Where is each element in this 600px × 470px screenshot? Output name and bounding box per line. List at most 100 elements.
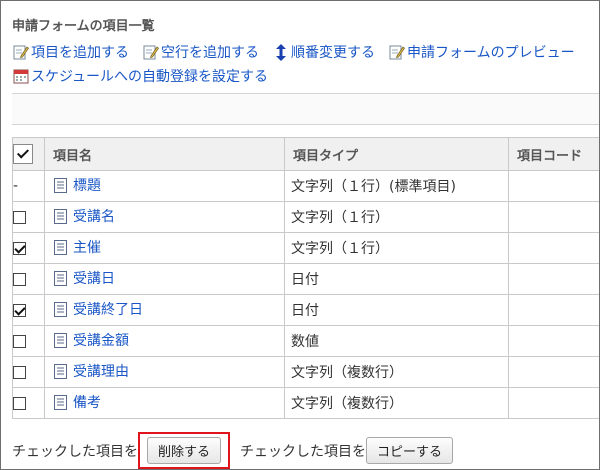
column-header-code: 項目コード <box>508 137 599 171</box>
reorder-link[interactable]: 順番変更する <box>272 42 375 62</box>
preview-link[interactable]: 申請フォームのプレビュー <box>388 42 575 62</box>
item-name-link[interactable]: 受講名 <box>54 206 115 226</box>
row-checkbox[interactable] <box>13 365 26 379</box>
row-checkbox[interactable] <box>13 241 26 255</box>
document-icon <box>54 177 67 193</box>
bulk-action-bar: チェックした項目を 削除する チェックした項目を コピーする <box>12 432 454 469</box>
reorder-label: 順番変更する <box>291 45 375 61</box>
column-header-type: 項目タイプ <box>284 137 509 171</box>
table-row: 受講理由 文字列（複数行） <box>12 356 599 388</box>
action-row-2: スケジュールへの自動登録を設定する <box>12 65 599 87</box>
item-name-text: 受講日 <box>73 271 115 288</box>
select-all-checkbox[interactable] <box>13 144 33 164</box>
add-blank-row-link[interactable]: 空行を追加する <box>142 42 259 62</box>
schedule-setting-label: スケジュールへの自動登録を設定する <box>31 69 269 85</box>
delete-highlight: 削除する <box>138 432 231 469</box>
item-code-cell <box>508 201 599 233</box>
item-type-cell: 数値 <box>284 325 509 357</box>
item-code-cell <box>508 356 599 388</box>
item-name-text: 受講終了日 <box>73 302 143 319</box>
table-header-row: 項目名 項目タイプ 項目コード <box>12 137 599 171</box>
row-check-cell <box>12 263 45 295</box>
add-item-label: 項目を追加する <box>31 45 129 61</box>
calendar-icon <box>12 68 29 85</box>
item-type-cell: 文字列（複数行） <box>284 356 509 388</box>
item-type-cell: 日付 <box>284 263 509 295</box>
table-row: 受講金額 数値 <box>12 325 599 357</box>
item-type-cell: 文字列（１行）(標準項目) <box>284 170 509 202</box>
action-bar: 項目を追加する 空行を追加する 順番変更する 申請フォームのプレビュー スケジュ… <box>12 41 599 89</box>
item-name-cell: 備考 <box>44 387 285 419</box>
document-icon <box>54 332 67 348</box>
item-name-cell: 受講理由 <box>44 356 285 388</box>
document-icon <box>54 301 67 317</box>
row-check-cell <box>12 232 45 264</box>
item-name-cell: 主催 <box>44 232 285 264</box>
form-items-table: 項目名 項目タイプ 項目コード - 標題 文字列（１行）(標準項目) 受講名 文字列（１… <box>12 137 599 419</box>
table-row: - 標題 文字列（１行）(標準項目) <box>12 170 599 202</box>
row-check-cell <box>12 387 45 419</box>
row-checkbox[interactable] <box>13 396 26 410</box>
item-code-cell <box>508 232 599 264</box>
row-checkbox[interactable] <box>13 272 26 286</box>
item-name-link[interactable]: 受講理由 <box>54 361 129 381</box>
table-row: 主催 文字列（１行） <box>12 232 599 264</box>
item-name-cell: 受講終了日 <box>44 294 285 326</box>
row-check-cell: - <box>12 170 45 202</box>
item-type-cell: 文字列（複数行） <box>284 387 509 419</box>
table-row: 備考 文字列（複数行） <box>12 387 599 419</box>
item-code-cell <box>508 325 599 357</box>
item-code-cell <box>508 387 599 419</box>
item-name-cell: 受講金額 <box>44 325 285 357</box>
delete-button[interactable]: 削除する <box>147 437 222 464</box>
item-type-cell: 日付 <box>284 294 509 326</box>
add-blank-row-label: 空行を追加する <box>161 45 259 61</box>
document-icon <box>54 239 67 255</box>
bulk-copy-prefix: チェックした項目を <box>240 443 367 460</box>
item-name-text: 備考 <box>73 395 101 412</box>
edit-pencil-icon <box>388 44 405 61</box>
page-title: 申請フォームの項目一覧 <box>12 19 155 34</box>
item-name-text: 主催 <box>73 240 101 257</box>
item-name-link[interactable]: 受講終了日 <box>54 299 143 319</box>
item-name-link[interactable]: 受講金額 <box>54 330 129 350</box>
action-row-1: 項目を追加する 空行を追加する 順番変更する 申請フォームのプレビュー <box>12 41 599 63</box>
item-name-cell: 受講日 <box>44 263 285 295</box>
row-check-cell <box>12 201 45 233</box>
copy-button[interactable]: コピーする <box>366 437 454 464</box>
row-checkbox[interactable] <box>13 303 26 317</box>
add-item-link[interactable]: 項目を追加する <box>12 42 129 62</box>
edit-pencil-icon <box>142 44 159 61</box>
table-row: 受講名 文字列（１行） <box>12 201 599 233</box>
item-name-link[interactable]: 標題 <box>54 175 101 195</box>
bulk-delete-prefix: チェックした項目を <box>12 443 138 460</box>
item-code-cell <box>508 170 599 202</box>
item-name-text: 受講名 <box>73 209 115 226</box>
row-check-cell <box>12 325 45 357</box>
row-check-cell <box>12 356 45 388</box>
item-name-link[interactable]: 備考 <box>54 392 101 412</box>
item-name-cell: 受講名 <box>44 201 285 233</box>
not-selectable-dash: - <box>13 178 19 194</box>
document-icon <box>54 363 67 379</box>
schedule-setting-link[interactable]: スケジュールへの自動登録を設定する <box>12 66 268 86</box>
item-code-cell <box>508 294 599 326</box>
item-name-text: 受講金額 <box>73 333 129 350</box>
edit-pencil-icon <box>12 44 29 61</box>
item-type-cell: 文字列（１行） <box>284 232 509 264</box>
item-name-text: 標題 <box>73 178 101 195</box>
row-check-cell <box>12 294 45 326</box>
item-name-cell: 標題 <box>44 170 285 202</box>
document-icon <box>54 208 67 224</box>
document-icon <box>54 394 67 410</box>
document-icon <box>54 270 67 286</box>
row-checkbox[interactable] <box>13 334 26 348</box>
item-code-cell <box>508 263 599 295</box>
row-checkbox[interactable] <box>13 210 26 224</box>
form-item-list-panel: 申請フォームの項目一覧 項目を追加する 空行を追加する 順番変更する 申請フォー… <box>0 0 600 470</box>
item-name-link[interactable]: 受講日 <box>54 268 115 288</box>
table-row: 受講終了日 日付 <box>12 294 599 326</box>
item-type-cell: 文字列（１行） <box>284 201 509 233</box>
item-name-link[interactable]: 主催 <box>54 237 101 257</box>
table-row: 受講日 日付 <box>12 263 599 295</box>
